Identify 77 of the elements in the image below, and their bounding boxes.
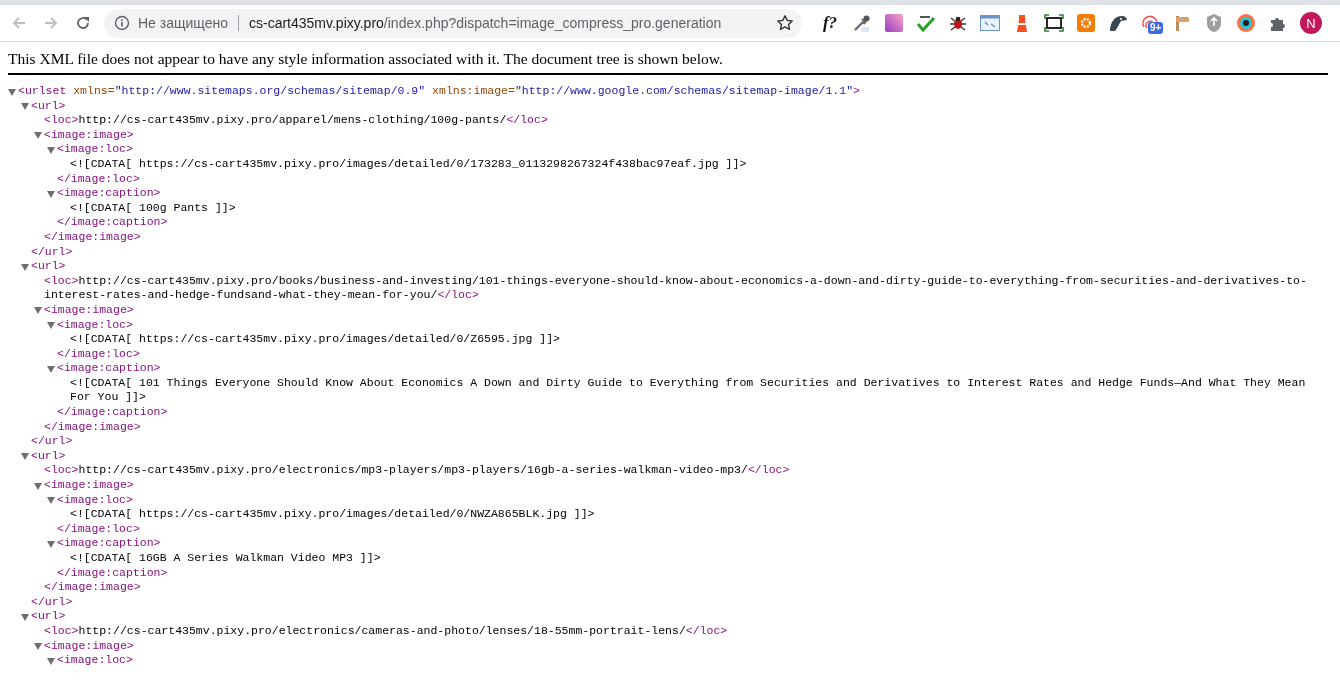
xml-element-line: <loc>http://cs-cart435mv.pixy.pro/electronics/mp3-players/mp3-players/16gb-a-series-walkman-video-mp3/</loc>	[44, 463, 790, 479]
window-icon[interactable]	[980, 15, 1000, 31]
extension-button[interactable]: f?	[814, 9, 846, 37]
toggle-icon[interactable]	[34, 131, 42, 140]
xml-open-tag: <url>	[31, 609, 66, 624]
profile-avatar[interactable]: N	[1300, 12, 1322, 34]
xml-close-tag: </url>	[31, 434, 73, 449]
eyedropper-icon[interactable]	[852, 13, 872, 33]
toggle-icon[interactable]	[47, 365, 55, 374]
xml-open-tag: <urlset xmlns="http://www.sitemaps.org/schemas/sitemap/0.9" xmlns:image="http://www.google.com/schemas/sitemap-image/1.1">	[18, 84, 860, 99]
xml-close-tag: </url>	[31, 244, 73, 260]
xml-element-line: <loc>http://cs-cart435mv.pixy.pro/books/business-and-investing/101-things-everyone-should-know-about-economics-a-down-and-dirty-guide-to-everything-from-securities-and-derivatives-to-interest-rates-and-hedge-fundsand-what-they-mean-for-you/</loc>	[44, 273, 1308, 303]
xml-open-tag: <image:image>	[44, 302, 134, 318]
toggle-icon[interactable]	[47, 321, 55, 330]
xml-open-tag: <image:image>	[44, 638, 134, 654]
toggle-icon[interactable]	[47, 657, 55, 666]
back-arrow-icon	[11, 15, 27, 31]
cdata-text: <![CDATA[ https://cs-cart435mv.pixy.pro/images/detailed/0/Z6595.jpg ]]>	[70, 332, 560, 347]
cdata-text: <![CDATA[ 100g Pants ]]>	[70, 200, 236, 216]
xml-open-tag: <url>	[31, 259, 66, 274]
notification-badge: 9+	[1148, 22, 1164, 34]
toggle-icon[interactable]	[34, 306, 42, 315]
xml-open-tag: <image:caption>	[57, 361, 161, 376]
cdata-text: <![CDATA[ https://cs-cart435mv.pixy.pro/images/detailed/0/NWZA865BLK.jpg ]]>	[70, 507, 595, 522]
toggle-icon[interactable]	[8, 88, 16, 96]
gear-icon[interactable]	[1077, 14, 1095, 32]
signpost-icon[interactable]	[1173, 14, 1191, 32]
xml-open-tag: <image:image>	[44, 478, 134, 493]
toggle-icon[interactable]	[47, 496, 55, 505]
eye-icon[interactable]	[1236, 13, 1256, 33]
toggle-icon[interactable]	[34, 642, 42, 651]
cdata-text: <![CDATA[ https://cs-cart435mv.pixy.pro/images/detailed/0/173283_0113298267324f438bac97eaf.jpg ]]>	[70, 156, 747, 172]
xml-close-tag: </image:image>	[44, 419, 141, 435]
forward-arrow-icon	[43, 15, 59, 31]
cdata-text: <![CDATA[ 101 Things Everyone Should Know About Economics A Down and Dirty Guide to Everything from Securities and Derivatives to Interest Rates and Hedge Funds—And What They Mean For You ]]>	[70, 375, 1307, 406]
xml-close-tag: </image:image>	[44, 580, 141, 595]
reload-icon	[75, 15, 91, 31]
lighthouse-icon[interactable]	[1014, 13, 1030, 33]
xml-open-tag: <image:loc>	[57, 142, 133, 157]
toggle-icon[interactable]	[47, 540, 55, 549]
star-icon[interactable]	[776, 14, 794, 32]
xml-open-tag: <image:loc>	[57, 653, 133, 668]
xml-open-tag: <url>	[31, 448, 66, 464]
toggle-icon[interactable]	[34, 482, 42, 491]
shield-icon[interactable]	[1205, 13, 1223, 33]
xml-open-tag: <image:caption>	[57, 186, 161, 201]
xml-open-tag: <image:loc>	[57, 492, 133, 508]
xml-close-tag: </image:loc>	[57, 171, 140, 187]
xml-notice: This XML file does not appear to have any style information associated with it. The document tree is shown below.	[8, 42, 1328, 75]
check-mark-icon[interactable]	[916, 14, 936, 32]
screen-capture-icon[interactable]	[1044, 14, 1064, 32]
cdata-text: <![CDATA[ 16GB A Series Walkman Video MP3 ]]>	[70, 551, 381, 566]
xml-open-tag: <image:loc>	[57, 317, 133, 333]
xml-close-tag: </url>	[31, 594, 73, 610]
bird-icon[interactable]	[1108, 14, 1128, 32]
toggle-icon[interactable]	[47, 190, 55, 199]
xml-open-tag: <url>	[31, 98, 66, 114]
toggle-icon[interactable]	[47, 146, 55, 155]
xml-close-tag: </image:loc>	[57, 346, 140, 362]
bug-icon[interactable]	[949, 14, 967, 32]
xml-close-tag: </image:caption>	[57, 405, 168, 420]
xml-close-tag: </image:image>	[44, 229, 141, 245]
xml-open-tag: <image:image>	[44, 127, 134, 143]
toggle-icon[interactable]	[21, 263, 29, 272]
security-label: Не защищено	[138, 15, 228, 31]
address-bar[interactable]: Не защищено cs-cart435mv.pixy.pro/index.php?dispatch=image_compress_pro.generation	[104, 8, 802, 38]
xml-open-tag: <image:caption>	[57, 536, 161, 551]
info-icon[interactable]	[114, 15, 130, 31]
toggle-icon[interactable]	[21, 102, 29, 111]
xml-close-tag: </image:caption>	[57, 565, 168, 581]
xml-close-tag: </image:loc>	[57, 521, 140, 537]
xml-element-line: <loc>http://cs-cart435mv.pixy.pro/apparel/mens-clothing/100g-pants/</loc>	[44, 113, 548, 128]
xml-element-line: <loc>http://cs-cart435mv.pixy.pro/electronics/cameras-and-photo/lenses/18-55mm-portrait-lens/</loc>	[44, 623, 728, 639]
url-text: cs-cart435mv.pixy.pro/index.php?dispatch=image_compress_pro.generation	[249, 15, 723, 31]
toggle-icon[interactable]	[21, 452, 29, 461]
toggle-icon[interactable]	[21, 613, 29, 622]
xml-close-tag: </image:caption>	[57, 215, 168, 230]
